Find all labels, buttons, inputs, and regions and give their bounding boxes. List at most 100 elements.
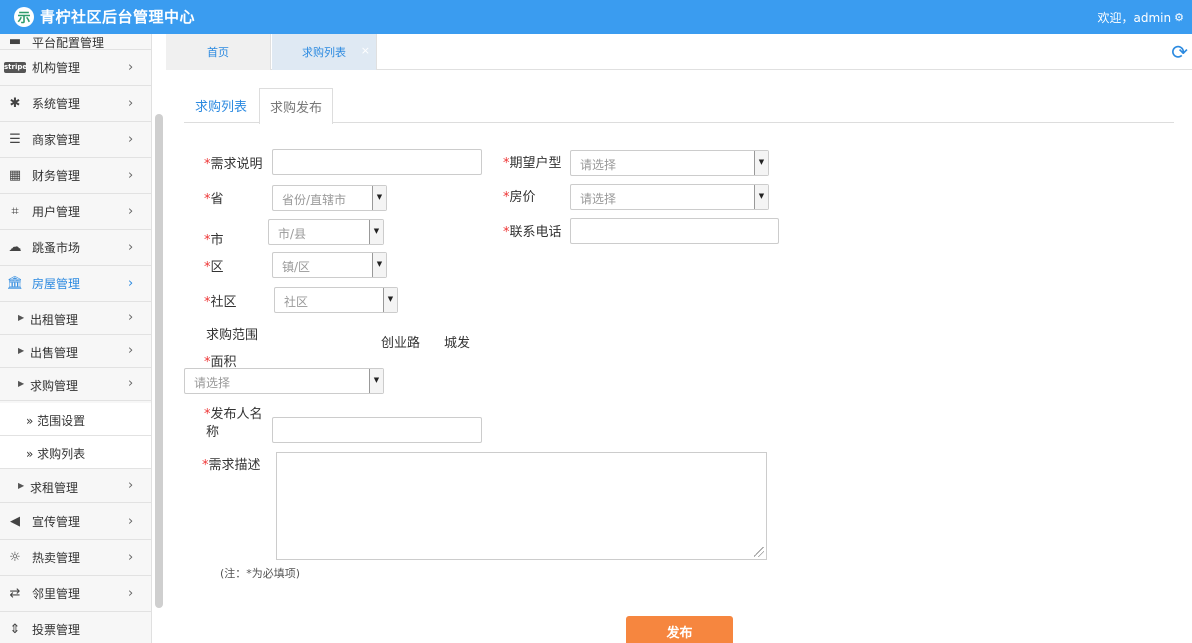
demand-input[interactable] (272, 149, 482, 175)
sidebar-subitem-range-settings[interactable]: » 范围设置 (0, 403, 151, 436)
caret-down-icon: ▼ (372, 186, 386, 210)
welcome-text: 欢迎，admin (1097, 11, 1172, 25)
sub-tabs: 求购列表 求购发布 (184, 88, 1174, 124)
label-text: 区 (210, 260, 224, 275)
volume-icon: ◀ (10, 514, 20, 529)
city-select[interactable]: 市/县 ▼ (268, 219, 384, 245)
chevron-right-icon: › (128, 204, 134, 219)
sidebar-item-institution[interactable]: stripe 机构管理 › (0, 50, 151, 86)
label-text: 联系电话 (509, 225, 562, 240)
sidebar-item-merchant[interactable]: ☰ 商家管理 › (0, 122, 151, 158)
yelp-icon: ✱ (9, 96, 21, 111)
publisher-input[interactable] (272, 417, 482, 443)
brand[interactable]: 示 青柠社区后台管理中心 (14, 6, 195, 27)
community-select[interactable]: 社区 ▼ (274, 287, 398, 313)
chevron-right-icon: › (128, 478, 134, 493)
label-text: 房价 (509, 190, 536, 205)
tab-home[interactable]: 首页 (166, 34, 271, 70)
sidebar-subitem-rental[interactable]: ▶ 出租管理 › (0, 302, 151, 335)
subtab-label: 求购发布 (269, 101, 322, 116)
sidebar-item-label: 机构管理 (32, 61, 81, 75)
monitor-icon: ▬ (8, 34, 22, 49)
label-text: 社区 (210, 295, 237, 310)
sidebar-item-label: » 范围设置 (26, 414, 86, 428)
chevron-right-icon: › (128, 168, 134, 183)
bank-icon: 🏛 (6, 276, 24, 291)
sidebar-item-label: 热卖管理 (32, 551, 81, 565)
close-icon[interactable]: × (361, 44, 370, 57)
description-textarea[interactable] (276, 452, 767, 560)
gear-icon[interactable]: ⚙ (1174, 11, 1184, 24)
resize-handle-icon[interactable] (754, 547, 764, 557)
sidebar-item-flea-market[interactable]: ☁ 跳蚤市场 › (0, 230, 151, 266)
city-label: *市 (204, 229, 224, 248)
label-text: 发布人名 (210, 407, 263, 422)
select-placeholder: 社区 (284, 295, 309, 309)
chevron-right-icon: › (128, 310, 134, 325)
sidebar-item-promotion[interactable]: ◀ 宣传管理 › (0, 504, 151, 540)
sidebar-item-label: 平台配置管理 (32, 36, 105, 50)
brand-logo-icon: 示 (14, 6, 34, 27)
price-label: *房价 (503, 186, 536, 205)
label-text: 需求描述 (208, 458, 261, 473)
tab-label: 求购列表 (302, 46, 346, 59)
tab-bar: 首页 求购列表 × (166, 34, 1192, 70)
province-select[interactable]: 省份/直辖市 ▼ (272, 185, 387, 211)
sidebar-item-platform-config[interactable]: ▬ 平台配置管理 (0, 34, 151, 50)
refresh-icon[interactable]: ⟳ (1171, 40, 1188, 64)
community-label: *社区 (204, 291, 237, 310)
subtab-purchase-publish[interactable]: 求购发布 (259, 88, 333, 124)
label-text: 期望户型 (509, 156, 562, 171)
sidebar-item-label: 商家管理 (32, 133, 81, 147)
label-text: 省 (210, 192, 224, 207)
sidebar-item-label: 用户管理 (32, 205, 81, 219)
sidebar-item-label: 房屋管理 (32, 277, 81, 291)
sun-icon: ☼ (9, 550, 21, 565)
caret-down-icon: ▼ (754, 185, 768, 209)
range-value: 城发 (444, 336, 471, 351)
house-type-label: *期望户型 (503, 152, 562, 171)
sidebar-subitem-purchase[interactable]: ▶ 求购管理 › (0, 368, 151, 401)
chevron-right-icon: › (128, 240, 134, 255)
sidebar-item-hot-sale[interactable]: ☼ 热卖管理 › (0, 540, 151, 576)
sidebar-subitem-sale[interactable]: ▶ 出售管理 › (0, 335, 151, 368)
user-menu[interactable]: 欢迎，admin ⚙ (1098, 9, 1184, 26)
select-placeholder: 请选择 (580, 192, 617, 206)
caret-down-icon: ▼ (369, 369, 383, 393)
sidebar-item-label: 财务管理 (32, 169, 81, 183)
publisher-label-wrap: 称 (206, 425, 220, 440)
sidebar-subitem-purchase-list[interactable]: » 求购列表 (0, 436, 151, 469)
publish-button[interactable]: 发布 (626, 616, 733, 643)
subtab-label: 求购列表 (194, 100, 247, 115)
chevron-right-icon: › (128, 96, 134, 111)
chevron-right-icon: › (128, 376, 134, 391)
chevron-right-icon: › (128, 586, 134, 601)
crop-icon: ⌗ (11, 204, 19, 219)
subtab-purchase-list[interactable]: 求购列表 (184, 88, 258, 123)
sidebar-item-label: 系统管理 (32, 97, 81, 111)
price-select[interactable]: 请选择 ▼ (570, 184, 769, 210)
sidebar-item-voting[interactable]: ⇕ 投票管理 (0, 612, 151, 643)
area-select[interactable]: 请选择 ▼ (184, 368, 384, 394)
sidebar-item-housing[interactable]: 🏛 房屋管理 › (0, 266, 151, 302)
district-select[interactable]: 镇/区 ▼ (272, 252, 387, 278)
chevron-right-icon: › (128, 514, 134, 529)
chevron-right-icon: › (128, 60, 134, 75)
select-placeholder: 请选择 (194, 376, 231, 390)
sidebar-item-neighborhood[interactable]: ⇄ 邻里管理 › (0, 576, 151, 612)
sidebar-item-label: » 求购列表 (26, 447, 86, 461)
sidebar-item-system[interactable]: ✱ 系统管理 › (0, 86, 151, 122)
sidebar-item-finance[interactable]: ▦ 财务管理 › (0, 158, 151, 194)
tab-purchase-list[interactable]: 求购列表 × (272, 34, 377, 70)
select-placeholder: 请选择 (580, 158, 617, 172)
range-value: 创业路 (381, 336, 421, 351)
caret-right-icon: ▶ (18, 313, 25, 322)
sidebar-item-label: 邻里管理 (32, 587, 81, 601)
house-type-select[interactable]: 请选择 ▼ (570, 150, 769, 176)
demand-label: *需求说明 (204, 153, 263, 172)
sidebar-subitem-rent-request[interactable]: ▶ 求租管理 › (0, 470, 151, 503)
sidebar-item-users[interactable]: ⌗ 用户管理 › (0, 194, 151, 230)
sidebar-scrollbar[interactable] (155, 114, 163, 608)
phone-input[interactable] (570, 218, 779, 244)
required-note: (注：*为必填项) (220, 567, 301, 580)
